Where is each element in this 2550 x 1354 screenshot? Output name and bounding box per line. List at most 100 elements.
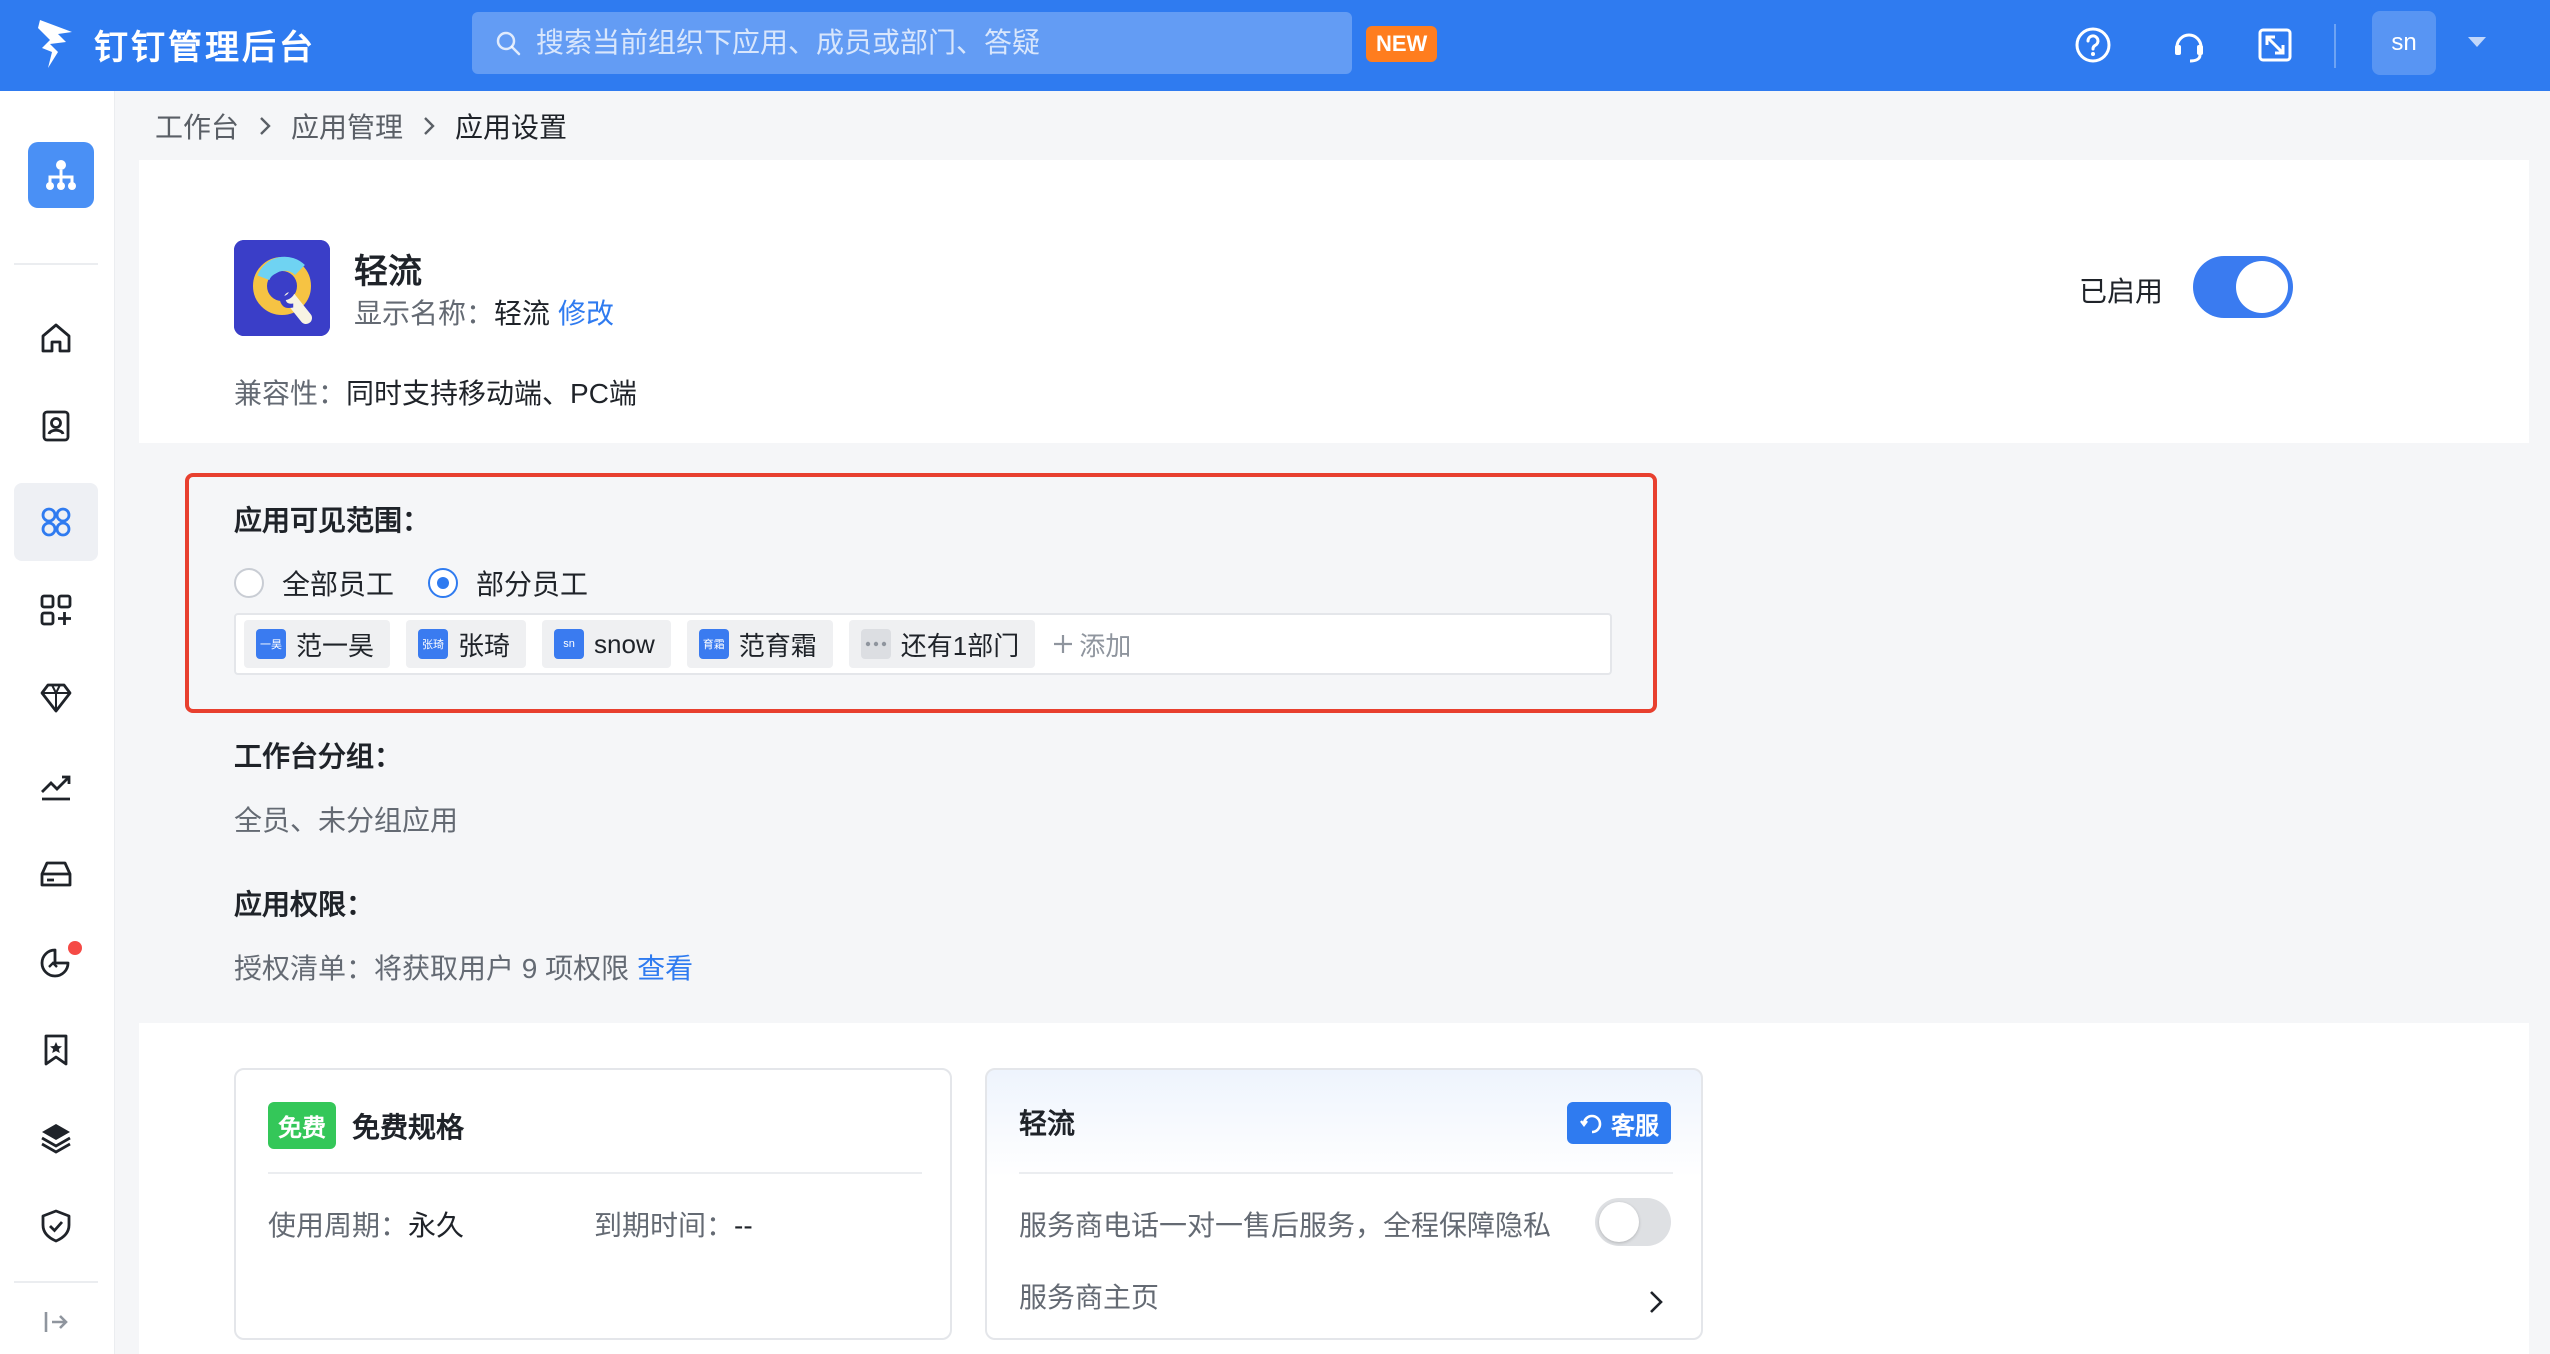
member-chip[interactable]: 育霜 范育霜 [686,620,833,668]
more-departments-chip[interactable]: 还有1部门 [848,620,1036,668]
enable-toggle[interactable] [2193,256,2293,318]
card-divider [1019,1172,1673,1174]
top-bar: 钉钉管理后台 NEW sn [0,0,2550,91]
breadcrumb-item-app-manage[interactable]: 应用管理 [291,106,403,146]
trend-icon [41,775,71,801]
fullscreen-icon [2258,28,2292,62]
org-structure-icon [46,160,76,190]
free-plan-header: 免费 免费规格 [268,1102,464,1149]
chevron-right-icon [424,117,435,135]
radio-all-staff[interactable] [234,568,264,598]
support-button[interactable] [2166,22,2212,68]
sidebar-item-data[interactable] [14,747,98,825]
member-chip[interactable]: 一昊 范一昊 [244,620,391,668]
toggle-knob [1599,1202,1639,1242]
storage-icon [40,861,72,887]
settings-area: 应用可见范围： 全部员工 部分员工 一昊 范一昊 张琦 张琦 sn snow 育… [139,443,2529,1023]
permission-row: 授权清单：将获取用户 9 项权限 查看 [234,947,693,987]
qingliu-logo-icon: Q [234,240,330,336]
member-chip[interactable]: sn snow [542,620,671,668]
help-icon [2075,27,2111,63]
app-logo: Q [234,240,330,336]
sidebar-divider [14,263,98,265]
sidebar-item-security[interactable] [14,1187,98,1265]
help-button[interactable] [2070,22,2116,68]
member-avatar: 育霜 [698,629,729,659]
notification-dot [68,941,82,955]
sidebar [0,91,115,1354]
view-permission-link[interactable]: 查看 [637,953,693,984]
expire-value: -- [734,1210,753,1241]
service-provider-card: 轻流 客服 服务商电话一对一售后服务，全程保障隐私 服务商主页 [985,1068,1703,1340]
fullscreen-button[interactable] [2252,22,2298,68]
member-chip[interactable]: 张琦 张琦 [406,620,527,668]
member-avatar: 张琦 [418,629,449,659]
toggle-knob [2236,261,2288,313]
period-row: 使用周期：永久 [268,1204,464,1244]
compat-row: 兼容性：同时支持移动端、PC端 [234,372,637,412]
sidebar-item-app-add[interactable] [14,571,98,649]
chevron-right-icon [260,117,271,135]
breadcrumb-item-current: 应用设置 [455,112,568,143]
edit-display-name-link[interactable]: 修改 [558,298,614,329]
search-input[interactable] [536,27,1316,59]
free-plan-title: 免费规格 [352,1111,465,1143]
card-divider [268,1172,922,1174]
sidebar-item-storage[interactable] [14,835,98,913]
contacts-icon [42,410,70,442]
breadcrumb-item-workbench[interactable]: 工作台 [155,106,239,146]
sidebar-item-report[interactable] [14,923,98,1001]
display-name-row: 显示名称：轻流 修改 [354,292,614,332]
customer-service-button[interactable]: 客服 [1567,1102,1671,1144]
service-card-title: 轻流 [1019,1108,1076,1139]
add-member-button[interactable]: 添加 [1051,626,1131,663]
sidebar-item-favorites[interactable] [14,1011,98,1089]
phone-service-toggle[interactable] [1595,1198,1671,1246]
visibility-title: 应用可见范围： [234,505,431,536]
compat-value: 同时支持移动端、PC端 [346,378,637,409]
member-name: 范育霜 [738,630,817,661]
permission-text: 授权清单：将获取用户 9 项权限 [234,953,630,984]
sidebar-item-layers[interactable] [14,1099,98,1177]
member-name: snow [594,628,655,659]
period-label: 使用周期： [268,1210,409,1241]
enabled-label: 已启用 [2079,276,2164,307]
topbar-divider [2334,24,2336,68]
user-avatar[interactable]: sn [2372,11,2436,75]
sidebar-item-premium[interactable] [14,659,98,737]
radio-all-staff-label[interactable]: 全部员工 [282,563,394,603]
add-member-label: 添加 [1079,630,1132,661]
sidebar-collapse-button[interactable] [14,1283,98,1354]
member-avatar: 一昊 [256,629,286,659]
permission-title: 应用权限： [234,889,375,920]
dingtalk-logo-icon [38,20,72,68]
customer-service-label: 客服 [1611,1112,1659,1140]
radio-some-staff[interactable] [428,568,459,598]
service-card-header: 轻流 [1019,1102,1075,1142]
search-icon [496,31,521,56]
sidebar-item-contacts[interactable] [14,387,98,465]
new-badge: NEW [1366,26,1438,62]
bookmark-icon [44,1034,68,1066]
search-box[interactable] [472,12,1352,74]
chevron-right-icon[interactable] [1647,1288,1665,1316]
free-tag: 免费 [268,1102,336,1149]
org-switcher[interactable] [28,142,94,208]
chevron-down-icon[interactable] [2466,34,2488,50]
period-value: 永久 [408,1210,465,1241]
member-selector[interactable]: 一昊 范一昊 张琦 张琦 sn snow 育霜 范育霜 还有1部门 添加 [234,613,1612,675]
sidebar-item-apps[interactable] [14,483,98,561]
member-name: 张琦 [458,630,511,661]
apps-icon [41,507,71,537]
sidebar-item-home[interactable] [14,299,98,377]
expire-label: 到期时间： [594,1210,735,1241]
home-icon [41,323,71,353]
layers-icon [41,1124,71,1154]
member-avatar: sn [554,629,585,659]
radio-some-staff-label[interactable]: 部分员工 [476,563,588,603]
app-logo-letter: Q [266,265,297,309]
workbench-group-title: 工作台分组： [234,741,403,772]
provider-homepage-link[interactable]: 服务商主页 [1019,1276,1159,1316]
display-name-label: 显示名称： [354,298,495,329]
logo[interactable]: 钉钉管理后台 [36,18,316,70]
